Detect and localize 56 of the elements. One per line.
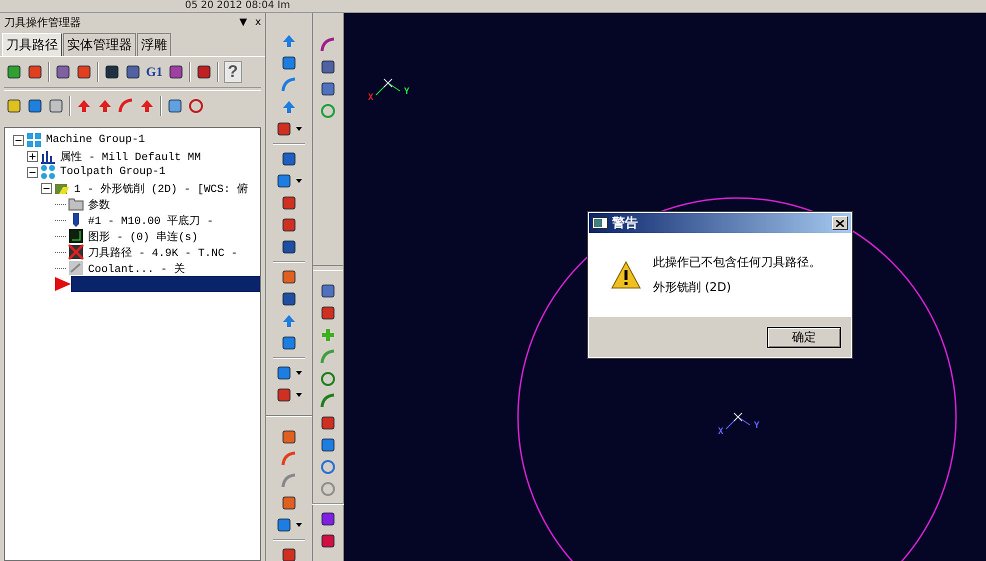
coolant-icon [68, 260, 84, 276]
panel-menu-button[interactable]: ▼ [239, 16, 248, 28]
close-icon [836, 220, 844, 226]
tree-item[interactable]: 图形 - (0) 串连(s) [88, 228, 198, 244]
panel-title: 刀具操作管理器 [4, 14, 82, 30]
up-arrow-icon[interactable] [97, 98, 113, 114]
circle-icon[interactable] [188, 98, 204, 114]
chain-icon [68, 228, 84, 244]
x-axis-label: X [368, 93, 374, 103]
dialog-message: 此操作已不包含任何刀具路径。 [653, 254, 821, 271]
graphics-viewport[interactable]: X Y X Y 警告 此操作已不包含任何刀具路径。 外形铣削 (2D) 确定 [344, 13, 986, 561]
window-icon [592, 217, 608, 229]
crossed-icon [68, 244, 84, 260]
square-icon[interactable] [320, 81, 336, 97]
tree-item[interactable]: 1 - 外形铣削 (2D) - [WCS: 俯 [74, 180, 248, 196]
circle-icon[interactable] [320, 371, 336, 387]
tab[interactable]: 刀具路径 [2, 33, 62, 56]
caret-icon[interactable] [296, 371, 302, 375]
operation-name: 外形铣削 (2D) [653, 279, 732, 296]
tree-item[interactable]: 参数 [88, 196, 110, 212]
tab[interactable]: 浮雕 [137, 33, 171, 56]
g1-button[interactable]: G1 [146, 64, 163, 80]
curve-icon[interactable] [320, 393, 336, 409]
arrow-icon[interactable] [281, 313, 297, 329]
y-axis-label: Y [404, 87, 410, 97]
caret-icon[interactable] [296, 179, 302, 183]
ok-button[interactable]: 确定 [767, 326, 841, 348]
tree-item[interactable]: Coolant... - 关 [88, 260, 185, 276]
bar-chart-icon [40, 148, 56, 164]
square-icon[interactable] [320, 533, 336, 549]
collapse-toggle-icon[interactable] [13, 134, 24, 146]
expand-toggle-icon[interactable] [27, 150, 38, 162]
collapse-toggle-icon[interactable] [41, 182, 52, 194]
caret-icon[interactable] [296, 127, 302, 131]
tree-item[interactable]: Machine Group-1 [46, 134, 146, 146]
dialog-title: 警告 [612, 214, 639, 232]
help-button[interactable]: ? [224, 61, 242, 83]
upload-icon[interactable] [281, 33, 297, 49]
insert-arrow-icon [55, 277, 71, 291]
arc-icon[interactable] [281, 77, 297, 93]
tree-item[interactable]: #1 - M10.00 平底刀 - [88, 212, 214, 228]
caret-icon[interactable] [296, 523, 302, 527]
tree-item[interactable]: 刀具路径 - 4.9K - T.NC - [88, 244, 238, 260]
x-axis-label: X [718, 427, 724, 437]
caret-icon[interactable] [296, 393, 302, 397]
close-button[interactable] [832, 216, 848, 230]
collapse-toggle-icon[interactable] [27, 166, 38, 178]
square-icon[interactable] [320, 511, 336, 527]
y-axis-label: Y [754, 421, 760, 431]
folder-icon [68, 196, 84, 212]
circles-icon [40, 164, 56, 180]
tab[interactable]: 实体管理器 [63, 33, 136, 56]
close-button[interactable]: x [255, 16, 261, 28]
warning-icon [611, 261, 641, 289]
tree-item[interactable]: 属性 - Mill Default MM [60, 148, 201, 164]
tree-item[interactable]: Toolpath Group-1 [60, 166, 166, 178]
